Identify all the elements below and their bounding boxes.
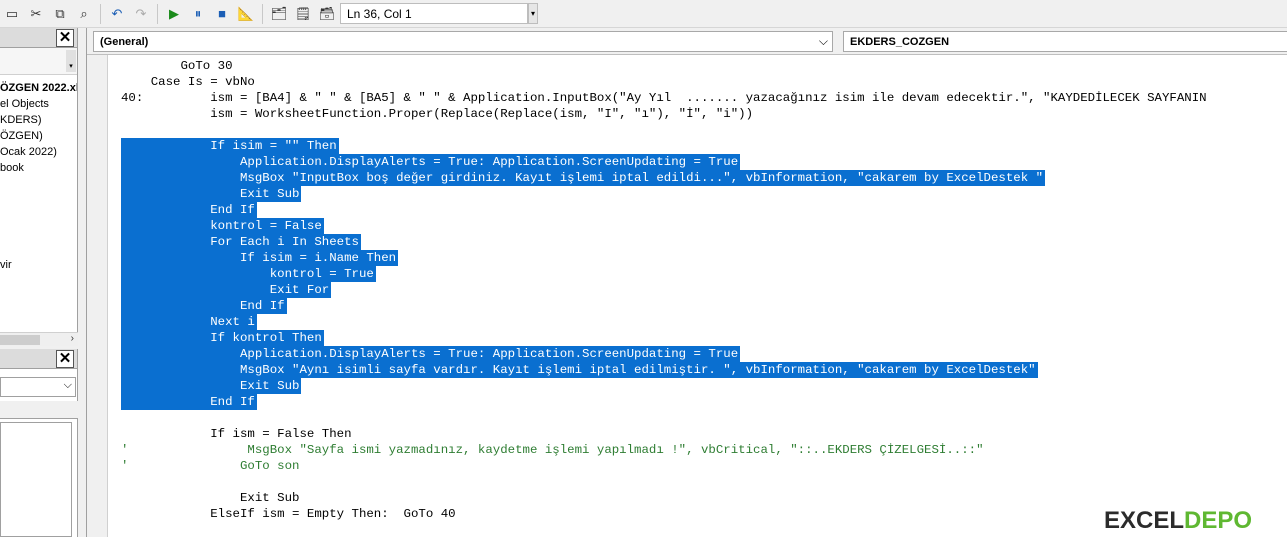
scrollbar-thumb[interactable] <box>0 335 40 345</box>
tree-item-module[interactable]: vir <box>0 258 12 272</box>
tree-item-sheet-ocak[interactable]: Ocak 2022) <box>0 145 57 159</box>
code-line[interactable]: If isim = "" Then <box>121 138 336 154</box>
reset-icon[interactable]: ■ <box>212 4 232 24</box>
project-pane-toolbar: ▾ <box>0 48 77 75</box>
excel-depo-logo: EXCELDEPO <box>1104 507 1253 534</box>
properties-icon[interactable]: 🗒 <box>293 4 313 24</box>
code-line[interactable]: MsgBox "Aynı isimli sayfa vardır. Kayıt … <box>121 362 1036 378</box>
code-line[interactable]: ' MsgBox "Sayfa ismi yazmadınız, kaydetm… <box>121 442 984 458</box>
run-icon[interactable]: ▶ <box>164 4 184 24</box>
project-pane-title: ✕ <box>0 28 77 48</box>
code-line[interactable]: MsgBox "InputBox boş değer girdiniz. Kay… <box>121 170 1043 186</box>
tree-item-excel-objects[interactable]: el Objects <box>0 97 49 111</box>
code-line[interactable]: Case Is = vbNo <box>121 74 255 90</box>
code-line[interactable]: If ism = False Then <box>121 426 351 442</box>
tree-item-workbook[interactable]: ÖZGEN 2022.xl <box>0 81 77 95</box>
code-line[interactable]: If isim = i.Name Then <box>121 250 396 266</box>
code-line[interactable]: Application.DisplayAlerts = True: Applic… <box>121 346 738 362</box>
tree-item-sheet-ekders[interactable]: KDERS) <box>0 113 42 127</box>
margin-indicator-bar[interactable] <box>87 55 108 537</box>
copy-icon[interactable]: ⧉ <box>50 4 70 24</box>
toolbar-separator <box>157 3 158 24</box>
code-line[interactable]: Next i <box>121 314 255 330</box>
object-browser-icon[interactable]: 🗃 <box>317 4 337 24</box>
toolbar-separator <box>100 3 101 24</box>
code-line[interactable]: End If <box>121 202 255 218</box>
code-line[interactable]: Exit Sub <box>121 186 300 202</box>
code-editor[interactable]: GoTo 30 Case Is = vbNo 40: ism = [BA4] & … <box>109 55 1287 537</box>
close-icon[interactable]: ✕ <box>56 350 74 368</box>
project-tree: ÖZGEN 2022.xl el Objects KDERS) ÖZGEN) O… <box>0 75 77 315</box>
code-line[interactable]: 40: ism = [BA4] & " " & [BA5] & " " & Ap… <box>121 90 1207 106</box>
project-explorer-pane: ✕ ▾ ÖZGEN 2022.xl el Objects KDERS) ÖZGE… <box>0 28 78 346</box>
find-icon[interactable]: ⌕ <box>74 4 94 24</box>
code-window: (General) ⌵ EKDERS_COZGEN GoTo 30 Case I… <box>86 28 1287 537</box>
code-line[interactable]: End If <box>121 298 285 314</box>
properties-pane-title: ✕ <box>0 349 77 369</box>
code-line[interactable]: GoTo 30 <box>121 58 232 74</box>
code-line[interactable]: kontrol = True <box>121 266 374 282</box>
code-line[interactable]: For Each i In Sheets <box>121 234 359 250</box>
properties-object-select[interactable]: ⌵ <box>0 377 76 397</box>
toolbar-separator <box>262 3 263 24</box>
procedure-select-value: EKDERS_COZGEN <box>850 36 950 48</box>
chevron-right-icon[interactable]: › <box>71 333 74 344</box>
standard-toolbar: ▭ ✂ ⧉ ⌕ ↶ ↷ ▶ ⏸ ■ 📐 🗂 🗒 🗃 ✱ ? Ln 36, Col… <box>0 0 1287 28</box>
undo-icon[interactable]: ↶ <box>107 4 127 24</box>
code-combo-bar: (General) ⌵ EKDERS_COZGEN <box>87 28 1287 55</box>
scroll-down-icon[interactable]: ▾ <box>66 50 76 72</box>
code-line[interactable]: Exit For <box>121 282 330 298</box>
project-explorer-icon[interactable]: 🗂 <box>269 4 289 24</box>
cut-icon[interactable]: ✂ <box>26 4 46 24</box>
break-icon[interactable]: ⏸ <box>188 4 208 24</box>
code-line[interactable]: End If <box>121 394 255 410</box>
toolbar-overflow-icon[interactable]: ▾ <box>528 3 538 24</box>
close-icon[interactable]: ✕ <box>56 29 74 47</box>
cursor-position-box: Ln 36, Col 1 <box>340 3 528 24</box>
properties-tabs[interactable] <box>0 401 78 419</box>
properties-grid[interactable] <box>0 422 72 537</box>
redo-icon[interactable]: ↷ <box>131 4 151 24</box>
insert-userform-icon[interactable]: ▭ <box>2 4 22 24</box>
code-line[interactable]: kontrol = False <box>121 218 322 234</box>
horizontal-scrollbar[interactable]: › <box>0 332 78 346</box>
tree-item-sheet-ozgen[interactable]: ÖZGEN) <box>0 129 43 143</box>
code-line[interactable]: ' GoTo son <box>121 458 299 474</box>
code-line[interactable]: Exit Sub <box>121 378 300 394</box>
code-line[interactable]: Exit Sub <box>121 490 300 506</box>
code-line[interactable]: If kontrol Then <box>121 330 322 346</box>
object-select[interactable]: (General) ⌵ <box>93 31 833 52</box>
design-mode-icon[interactable]: 📐 <box>236 4 256 24</box>
tree-item-thisworkbook[interactable]: book <box>0 161 24 175</box>
object-select-value: (General) <box>100 36 149 48</box>
code-line[interactable]: Application.DisplayAlerts = True: Applic… <box>121 154 738 170</box>
chevron-down-icon: ⌵ <box>818 34 828 48</box>
procedure-select[interactable]: EKDERS_COZGEN <box>843 31 1287 52</box>
code-line[interactable]: ElseIf ism = Empty Then: GoTo 40 <box>121 506 455 522</box>
code-line[interactable]: ism = WorksheetFunction.Proper(Replace(R… <box>121 106 753 122</box>
chevron-down-icon: ⌵ <box>63 379 72 391</box>
properties-pane: ✕ ⌵ <box>0 349 78 537</box>
